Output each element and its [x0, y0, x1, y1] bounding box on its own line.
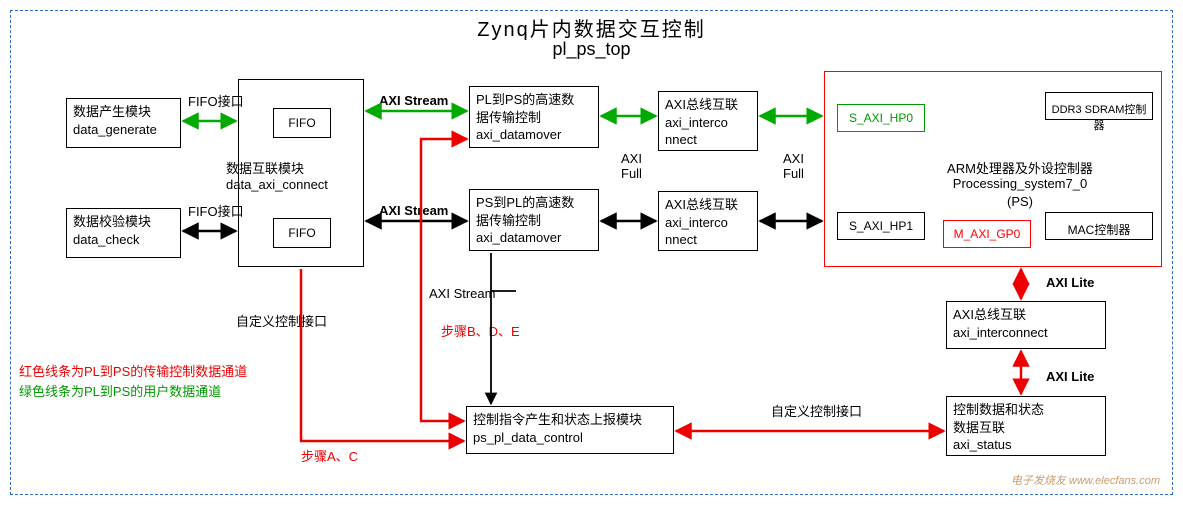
- data-generate-l2: data_generate: [73, 121, 174, 139]
- mac: MAC控制器: [1045, 212, 1153, 240]
- data-check-l2: data_check: [73, 231, 174, 249]
- label-legend-green: 绿色线条为PL到PS的用户数据通道: [19, 381, 221, 400]
- label-axi-full1: AXI Full: [621, 151, 642, 181]
- box-axi-status: 控制数据和状态 数据互联 axi_status: [946, 396, 1106, 456]
- label-axi-lite1: AXI Lite: [1046, 275, 1094, 290]
- fifo1: FIFO: [273, 108, 331, 138]
- data-axi-connect-l1: 数据互联模块: [226, 158, 304, 177]
- label-legend-red: 红色线条为PL到PS的传输控制数据通道: [19, 361, 247, 380]
- label-axi-stream3: AXI Stream: [429, 286, 495, 301]
- fifo2: FIFO: [273, 218, 331, 248]
- s-axi-hp1: S_AXI_HP1: [837, 212, 925, 240]
- box-axi-ic2: AXI总线互联 axi_interco nnect: [658, 191, 758, 251]
- label-axi-lite2: AXI Lite: [1046, 369, 1094, 384]
- s-axi-hp0: S_AXI_HP0: [837, 104, 925, 132]
- ps-arm-l1: ARM处理器及外设控制器: [935, 158, 1105, 177]
- label-fifo-if2: FIFO接口: [188, 201, 244, 220]
- label-axi-stream2: AXI Stream: [379, 203, 448, 218]
- label-custom-ctrl2: 自定义控制接口: [771, 401, 862, 420]
- diagram-canvas: Zynq片内数据交互控制 pl_ps_top 数据产生模块 data_gener…: [10, 10, 1173, 495]
- label-axi-stream1: AXI Stream: [379, 93, 448, 108]
- box-data-check: 数据校验模块 data_check: [66, 208, 181, 258]
- page-title: Zynq片内数据交互控制: [11, 13, 1172, 42]
- ddr3: DDR3 SDRAM控制器: [1045, 92, 1153, 120]
- ps-arm-l2: Processing_system7_0: [935, 176, 1105, 191]
- label-fifo-if1: FIFO接口: [188, 91, 244, 110]
- label-custom-ctrl1: 自定义控制接口: [236, 311, 327, 330]
- label-step-bde: 步骤B、D、E: [441, 321, 520, 340]
- box-ps-pl-ctrl: 控制指令产生和状态上报模块 ps_pl_data_control: [466, 406, 674, 454]
- data-generate-l1: 数据产生模块: [73, 103, 174, 121]
- box-pl2ps-dm: PL到PS的高速数 据传输控制 axi_datamover: [469, 86, 599, 148]
- box-axi-ic3: AXI总线互联 axi_interconnect: [946, 301, 1106, 349]
- data-check-l1: 数据校验模块: [73, 213, 174, 231]
- data-axi-connect-l2: data_axi_connect: [226, 177, 328, 192]
- ps-arm-l3: (PS): [935, 194, 1105, 209]
- label-axi-full2: AXI Full: [783, 151, 804, 181]
- box-ps2pl-dm: PS到PL的高速数 据传输控制 axi_datamover: [469, 189, 599, 251]
- page-subtitle: pl_ps_top: [11, 39, 1172, 60]
- box-axi-ic1: AXI总线互联 axi_interco nnect: [658, 91, 758, 151]
- m-axi-gp0: M_AXI_GP0: [943, 220, 1031, 248]
- box-data-generate: 数据产生模块 data_generate: [66, 98, 181, 148]
- watermark: 电子发烧友 www.elecfans.com: [1011, 472, 1160, 488]
- label-step-ac: 步骤A、C: [301, 446, 358, 465]
- box-ps: ARM处理器及外设控制器 Processing_system7_0 (PS) S…: [824, 71, 1162, 267]
